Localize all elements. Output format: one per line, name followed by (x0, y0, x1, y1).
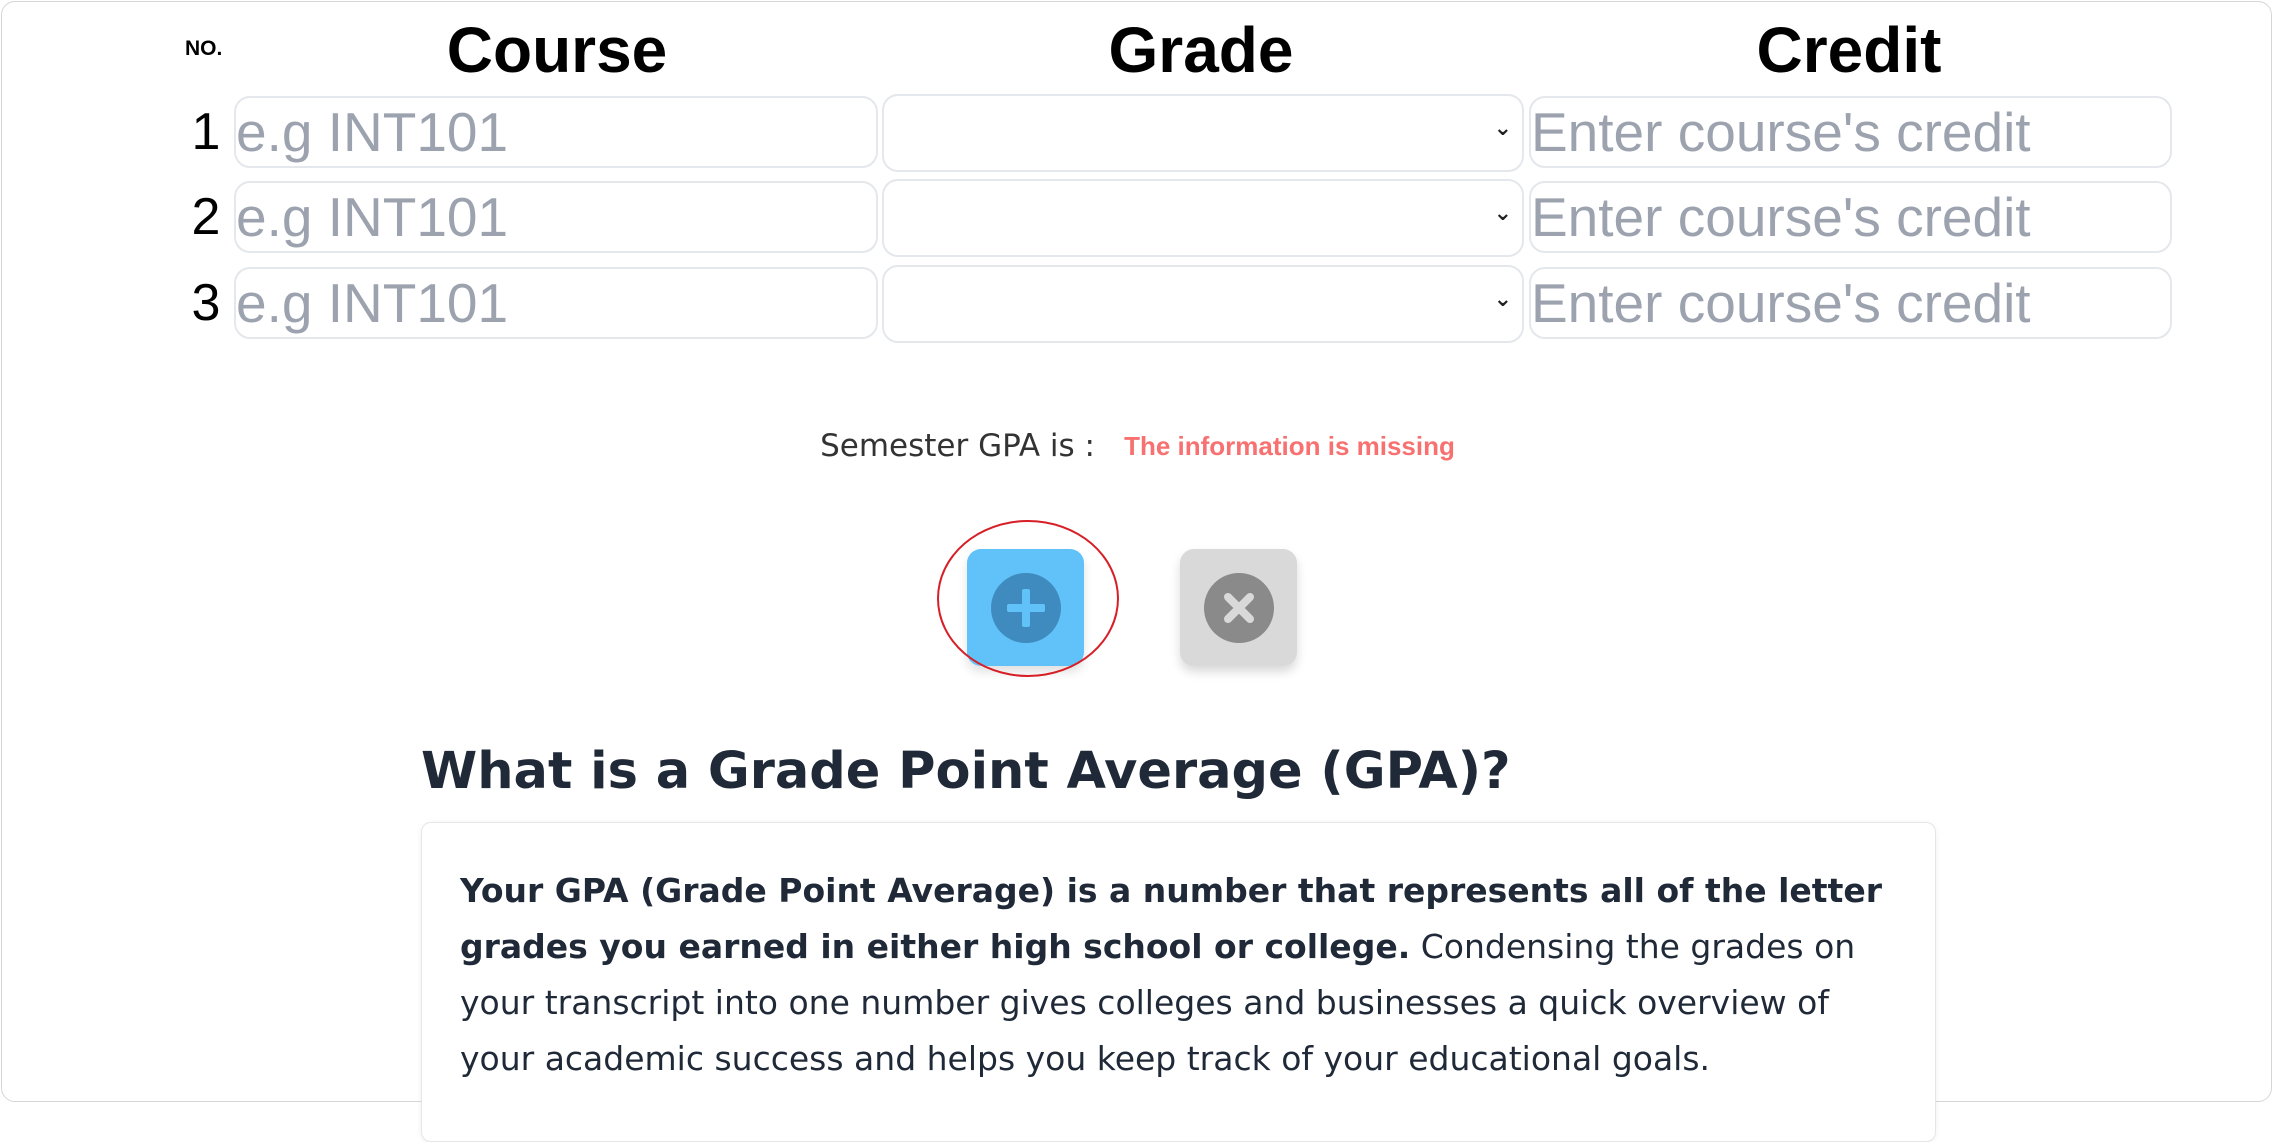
clear-button[interactable] (1180, 549, 1297, 666)
article-title: What is a Grade Point Average (GPA)? (421, 742, 1511, 801)
credit-input-wrapper (1529, 96, 2172, 168)
chevron-down-icon: ⌄ (1493, 201, 1512, 226)
course-input[interactable] (236, 183, 876, 251)
gpa-status: The information is missing (1124, 430, 1455, 461)
add-row-button[interactable] (967, 549, 1084, 666)
course-input-wrapper (234, 267, 878, 339)
course-row: 1 ⌄ (0, 94, 2275, 174)
grade-select[interactable]: ⌄ (882, 179, 1524, 257)
article-body: Your GPA (Grade Point Average) is a numb… (460, 863, 1900, 1087)
credit-input-wrapper (1529, 181, 2172, 253)
row-number: 1 (191, 103, 221, 161)
article-card: Your GPA (Grade Point Average) is a numb… (421, 822, 1936, 1142)
course-input-wrapper (234, 96, 878, 168)
gpa-label: Semester GPA is : (820, 428, 1095, 464)
credit-input[interactable] (1531, 98, 2170, 166)
credit-input[interactable] (1531, 183, 2170, 251)
x-circle-icon (1203, 572, 1274, 643)
credit-column-header: Credit (1756, 14, 1942, 86)
no-column-header: NO. (185, 37, 223, 60)
chevron-down-icon: ⌄ (1493, 116, 1512, 141)
course-input[interactable] (236, 98, 876, 166)
course-column-header: Course (446, 14, 668, 86)
grade-column-header: Grade (1108, 14, 1294, 86)
course-row: 2 ⌄ (0, 179, 2275, 259)
grade-select[interactable]: ⌄ (882, 94, 1524, 172)
grade-select[interactable]: ⌄ (882, 265, 1524, 343)
credit-input-wrapper (1529, 267, 2172, 339)
plus-circle-icon (990, 572, 1061, 643)
credit-input[interactable] (1531, 269, 2170, 337)
chevron-down-icon: ⌄ (1493, 287, 1512, 312)
gpa-result: Semester GPA is : The information is mis… (0, 428, 2275, 464)
row-number: 2 (191, 188, 221, 246)
course-row: 3 ⌄ (0, 265, 2275, 345)
course-input-wrapper (234, 181, 878, 253)
row-number: 3 (191, 274, 221, 332)
course-input[interactable] (236, 269, 876, 337)
